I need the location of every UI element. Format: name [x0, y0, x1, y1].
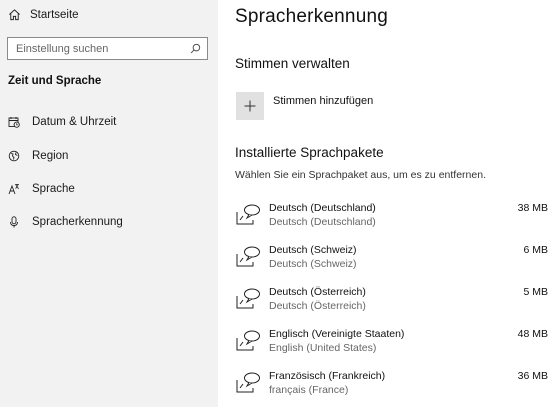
sidebar-item-label: Spracherkennung: [32, 216, 123, 228]
language-pack-item[interactable]: Englisch (Vereinigte Staaten) English (U…: [236, 326, 548, 356]
sidebar-item-spracherkennung[interactable]: Spracherkennung: [8, 216, 123, 228]
pack-native-name: English (United States): [269, 342, 377, 354]
nav-home-label: Startseite: [30, 8, 79, 21]
plus-icon: [244, 100, 256, 112]
search-input[interactable]: [16, 42, 190, 55]
language-pack-item[interactable]: Deutsch (Schweiz) Deutsch (Schweiz) 6 MB: [236, 242, 548, 272]
sidebar-item-label: Sprache: [32, 183, 75, 195]
home-icon: [9, 9, 20, 21]
pack-native-name: français (France): [269, 384, 349, 396]
sidebar-item-label: Region: [32, 150, 69, 162]
packs-hint: Wählen Sie ein Sprachpaket aus, um es zu…: [235, 169, 486, 181]
page-title: Spracherkennung: [235, 6, 388, 27]
pack-size: 6 MB: [523, 244, 548, 256]
add-voice-button[interactable]: Stimmen hinzufügen: [236, 92, 373, 120]
speech-pack-icon: [236, 288, 260, 309]
pack-name: Deutsch (Schweiz): [269, 244, 357, 256]
speech-pack-icon: [236, 246, 260, 267]
add-voice-label: Stimmen hinzufügen: [273, 95, 374, 107]
pack-size: 5 MB: [523, 286, 548, 298]
voices-heading: Stimmen verwalten: [235, 56, 350, 71]
pack-size: 38 MB: [517, 202, 548, 214]
language-pack-item[interactable]: Deutsch (Deutschland) Deutsch (Deutschla…: [236, 200, 548, 230]
sidebar-item-datum-uhrzeit[interactable]: Datum & Uhrzeit: [8, 116, 116, 128]
speech-pack-icon: [236, 330, 260, 351]
pack-name: Englisch (Vereinigte Staaten): [269, 328, 405, 340]
pack-name: Deutsch (Deutschland): [269, 202, 376, 214]
language-icon: [8, 184, 20, 195]
packs-heading: Installierte Sprachpakete: [235, 145, 384, 160]
section-title: Zeit und Sprache: [8, 75, 102, 87]
pack-native-name: Deutsch (Schweiz): [269, 258, 357, 270]
settings-search[interactable]: [7, 37, 208, 60]
main-content: Spracherkennung Stimmen verwalten Stimme…: [218, 0, 558, 407]
globe-icon: [8, 150, 20, 162]
pack-native-name: Deutsch (Deutschland): [269, 216, 376, 228]
language-pack-item[interactable]: Französisch (Frankreich) français (Franc…: [236, 368, 548, 398]
pack-name: Französisch (Frankreich): [269, 370, 386, 382]
speech-pack-icon: [236, 372, 260, 393]
calendar-clock-icon: [8, 117, 20, 128]
language-pack-item[interactable]: Deutsch (Österreich) Deutsch (Österreich…: [236, 284, 548, 314]
pack-native-name: Deutsch (Österreich): [269, 300, 366, 312]
pack-size: 36 MB: [517, 370, 548, 382]
sidebar: Startseite Zeit und Sprache Datum & Uhrz…: [0, 0, 218, 407]
pack-size: 48 MB: [517, 328, 548, 340]
nav-home[interactable]: Startseite: [8, 8, 79, 21]
microphone-icon: [10, 216, 18, 228]
search-icon[interactable]: [190, 43, 201, 54]
sidebar-item-region[interactable]: Region: [8, 150, 68, 162]
speech-pack-icon: [236, 204, 260, 225]
add-voice-tile[interactable]: [236, 92, 264, 120]
sidebar-item-label: Datum & Uhrzeit: [32, 116, 117, 128]
sidebar-item-sprache[interactable]: Sprache: [8, 183, 75, 195]
pack-name: Deutsch (Österreich): [269, 286, 366, 298]
